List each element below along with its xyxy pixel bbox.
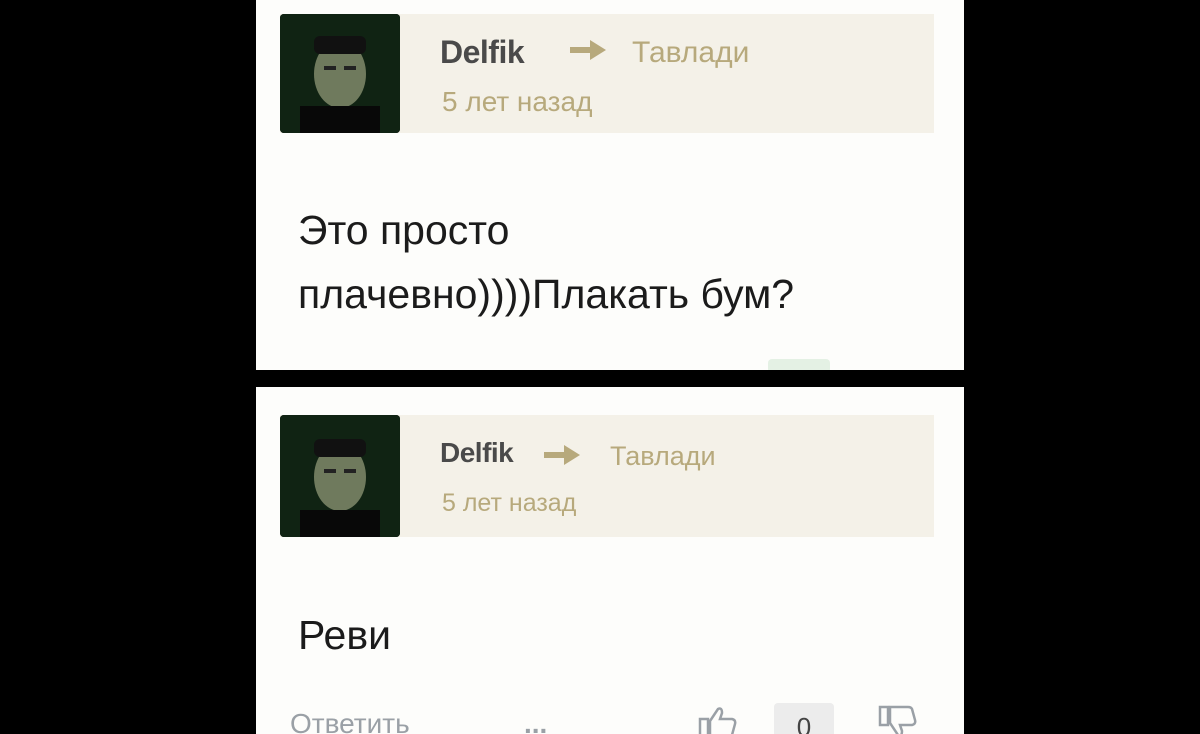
avatar[interactable] (280, 415, 400, 537)
comment-time[interactable]: 5 лет назад (442, 86, 592, 118)
avatar[interactable] (280, 14, 400, 133)
comment-header: Delfik Тавлади 5 лет назад (280, 415, 934, 537)
thumbs-down-icon[interactable] (878, 705, 918, 734)
comment-text-line: Это просто (298, 207, 510, 253)
score-counter: 0 (774, 703, 834, 734)
comment-header: Delfik Тавлади 5 лет назад (280, 14, 934, 133)
comment-text-line: Реви (298, 612, 392, 658)
comment-text-line: плачевно))))Плакать бум? (298, 271, 795, 317)
avatar-image (280, 415, 400, 537)
comment-card: Delfik Тавлади 5 лет назад Реви Ответить… (256, 387, 964, 734)
more-options-button[interactable]: ... (524, 708, 547, 734)
reply-to-name[interactable]: Тавлади (632, 36, 749, 70)
thumbs-up-icon[interactable] (698, 705, 738, 734)
comment-text: Реви (298, 603, 918, 667)
reply-to-name[interactable]: Тавлади (610, 441, 716, 472)
comment-card: Delfik Тавлади 5 лет назад Это просто пл… (256, 0, 964, 370)
avatar-image (280, 14, 400, 133)
comment-text: Это просто плачевно))))Плакать бум? (298, 198, 918, 326)
comment-time[interactable]: 5 лет назад (442, 489, 576, 518)
arrow-right-icon (544, 445, 580, 465)
arrow-right-icon (570, 40, 606, 60)
author-name[interactable]: Delfik (440, 437, 514, 469)
score-badge (768, 359, 830, 370)
author-name[interactable]: Delfik (440, 34, 525, 71)
reply-button[interactable]: Ответить (290, 708, 410, 734)
